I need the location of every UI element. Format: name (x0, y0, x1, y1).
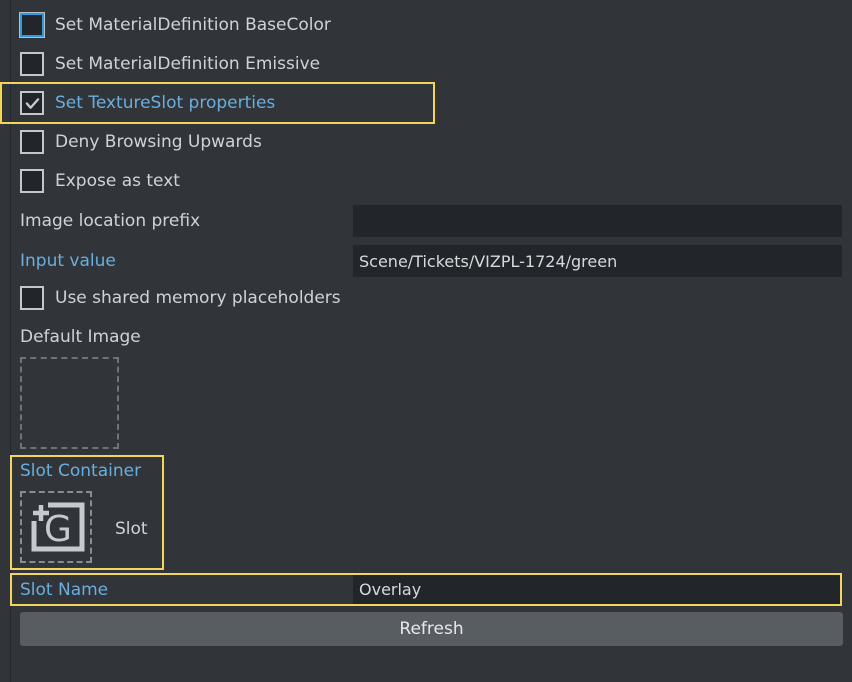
checkbox-set-materialdefinition-emissive[interactable] (20, 52, 44, 76)
input-value-label: Input value (20, 251, 116, 271)
checkbox-deny-browsing-upwards[interactable] (20, 130, 44, 154)
checkbox-set-materialdefinition-basecolor[interactable] (20, 13, 44, 37)
slot-name-input[interactable]: Overlay (353, 573, 841, 605)
texture-slot-properties-panel: Set MaterialDefinition BaseColor Set Mat… (0, 0, 852, 682)
checkbox-label: Use shared memory placeholders (55, 288, 341, 308)
default-image-drop-area[interactable] (20, 357, 119, 449)
svg-text:G: G (44, 509, 72, 550)
checkbox-row-set-textureslot-properties[interactable]: Set TextureSlot properties (0, 84, 852, 122)
checkbox-label: Deny Browsing Upwards (55, 132, 262, 152)
checkbox-row-set-materialdefinition-basecolor[interactable]: Set MaterialDefinition BaseColor (0, 6, 852, 44)
field-row-image-location-prefix: Image location prefix (0, 202, 852, 240)
checkbox-label: Set MaterialDefinition Emissive (55, 54, 320, 74)
checkbox-row-expose-as-text[interactable]: Expose as text (0, 162, 852, 200)
checkbox-row-use-shared-memory-placeholders[interactable]: Use shared memory placeholders (0, 279, 852, 317)
checkbox-label: Set MaterialDefinition BaseColor (55, 15, 331, 35)
checkmark-icon (25, 96, 40, 111)
refresh-button[interactable]: Refresh (20, 612, 843, 646)
checkbox-expose-as-text[interactable] (20, 169, 44, 193)
checkbox-row-set-materialdefinition-emissive[interactable]: Set MaterialDefinition Emissive (0, 45, 852, 83)
slot-name-label: Slot Name (20, 580, 108, 600)
slot-item-label: Slot (115, 519, 148, 539)
default-image-label: Default Image (20, 327, 141, 347)
checkbox-label: Set TextureSlot properties (55, 93, 275, 113)
image-location-prefix-input[interactable] (353, 205, 842, 237)
input-value-input[interactable]: Scene/Tickets/VIZPL-1724/green (353, 245, 842, 277)
slot-container-label: Slot Container (20, 461, 141, 481)
checkbox-set-textureslot-properties[interactable] (20, 91, 44, 115)
checkbox-label: Expose as text (55, 171, 180, 191)
checkbox-row-deny-browsing-upwards[interactable]: Deny Browsing Upwards (0, 123, 852, 161)
image-location-prefix-label: Image location prefix (20, 211, 200, 231)
checkbox-use-shared-memory-placeholders[interactable] (20, 286, 44, 310)
add-graphic-icon[interactable]: G (20, 491, 92, 563)
field-row-input-value: Input value Scene/Tickets/VIZPL-1724/gre… (0, 242, 852, 280)
